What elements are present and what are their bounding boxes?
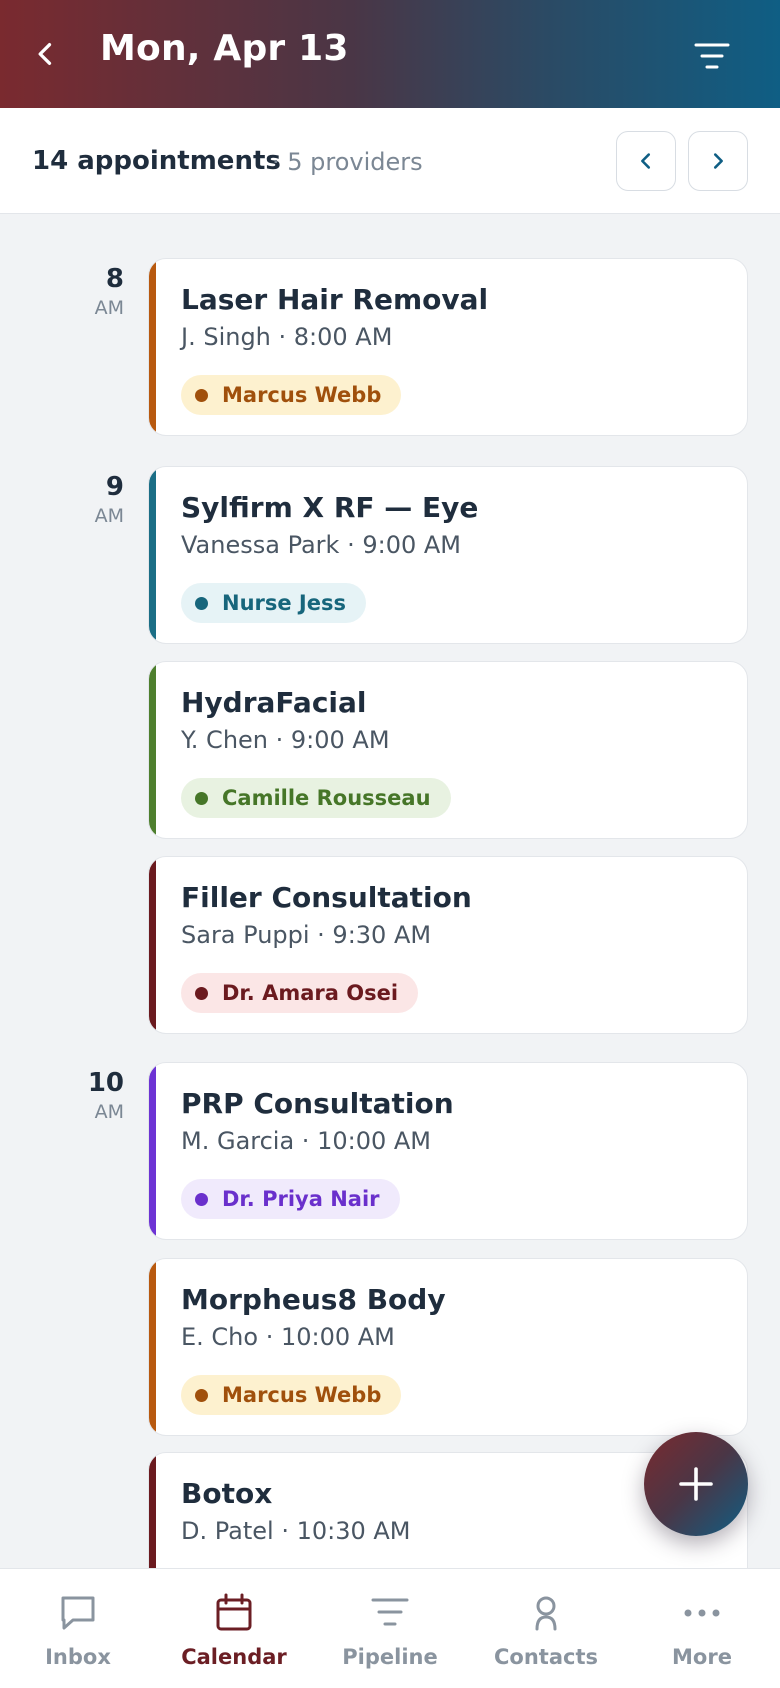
appointment-subtitle: Vanessa Park · 9:00 AM xyxy=(181,531,461,559)
add-appointment-button[interactable] xyxy=(644,1432,748,1536)
filter-button[interactable] xyxy=(682,26,742,86)
previous-day-button[interactable] xyxy=(616,131,676,191)
appointment-title: Morpheus8 Body xyxy=(181,1283,446,1316)
provider-name: Nurse Jess xyxy=(222,591,346,615)
appointment-title: Botox xyxy=(181,1477,273,1510)
provider-chip[interactable]: Nurse Jess xyxy=(181,583,366,623)
appointment-card[interactable]: Morpheus8 Body E. Cho · 10:00 AM Marcus … xyxy=(148,1258,748,1436)
hour-label: 10 AM xyxy=(60,1068,124,1126)
appointment-subtitle: J. Singh · 8:00 AM xyxy=(181,323,393,351)
appointment-title: Sylfirm X RF — Eye xyxy=(181,491,479,524)
provider-name: Camille Rousseau xyxy=(222,786,431,810)
provider-chip[interactable]: Camille Rousseau xyxy=(181,778,451,818)
provider-count: · 5 providers xyxy=(272,148,423,176)
nav-label: Calendar xyxy=(181,1645,287,1669)
provider-dot-icon xyxy=(195,791,208,805)
provider-dot-icon xyxy=(195,1192,208,1206)
contact-icon xyxy=(535,1596,557,1631)
provider-chip[interactable]: Marcus Webb xyxy=(181,375,402,415)
app-root: Mon, Apr 13 14 appointments · 5 provider… xyxy=(0,0,780,1688)
appointment-card[interactable]: Laser Hair Removal J. Singh · 8:00 AM Ma… xyxy=(148,258,748,436)
card-accent-bar xyxy=(149,259,156,435)
calendar-icon xyxy=(216,1593,252,1631)
appointment-title: HydraFacial xyxy=(181,686,367,719)
provider-dot-icon xyxy=(195,986,208,1000)
summary-bar: 14 appointments · 5 providers xyxy=(0,108,780,214)
plus-icon xyxy=(679,1467,713,1501)
appointment-subtitle: E. Cho · 10:00 AM xyxy=(181,1323,395,1351)
card-accent-bar xyxy=(149,1259,156,1435)
appointment-subtitle: M. Garcia · 10:00 AM xyxy=(181,1127,431,1155)
hour-label: 8 AM xyxy=(60,264,124,322)
nav-label: Inbox xyxy=(45,1645,111,1669)
appointment-card[interactable]: Sylfirm X RF — Eye Vanessa Park · 9:00 A… xyxy=(148,466,748,644)
hour-period: AM xyxy=(94,505,124,527)
filter-icon xyxy=(694,43,730,69)
appointment-subtitle: Sara Puppi · 9:30 AM xyxy=(181,921,432,949)
provider-name: Marcus Webb xyxy=(222,383,382,407)
appointment-subtitle: Y. Chen · 9:00 AM xyxy=(181,726,390,754)
back-button[interactable] xyxy=(16,24,76,84)
appointment-title: PRP Consultation xyxy=(181,1087,454,1120)
appointment-card[interactable]: Filler Consultation Sara Puppi · 9:30 AM… xyxy=(148,856,748,1034)
provider-dot-icon xyxy=(195,388,208,402)
hour-number: 10 xyxy=(87,1068,124,1098)
appointment-card[interactable]: PRP Consultation M. Garcia · 10:00 AM Dr… xyxy=(148,1062,748,1240)
nav-item-calendar[interactable]: Calendar xyxy=(156,1569,312,1688)
chat-icon xyxy=(61,1596,95,1630)
appointment-title: Filler Consultation xyxy=(181,881,472,914)
provider-name: Dr. Priya Nair xyxy=(222,1187,380,1211)
provider-name: Dr. Amara Osei xyxy=(222,981,399,1005)
provider-chip[interactable]: Dr. Priya Nair xyxy=(181,1179,400,1219)
chevron-left-icon xyxy=(38,43,52,65)
provider-name: Marcus Webb xyxy=(222,1383,382,1407)
page-title: Mon, Apr 13 xyxy=(100,28,349,69)
card-accent-bar xyxy=(149,1063,156,1239)
next-day-button[interactable] xyxy=(688,131,748,191)
nav-item-contacts[interactable]: Contacts xyxy=(468,1569,624,1688)
provider-dot-icon xyxy=(195,1388,208,1402)
more-icon xyxy=(684,1609,720,1617)
provider-dot-icon xyxy=(195,596,208,610)
bottom-navigation: Inbox Calendar Pipeline Contacts More xyxy=(0,1568,780,1688)
appointment-count: 14 appointments xyxy=(32,146,281,176)
nav-label: More xyxy=(672,1645,732,1669)
provider-chip[interactable]: Dr. Amara Osei xyxy=(181,973,419,1013)
hour-label: 9 AM xyxy=(60,472,124,530)
provider-chip[interactable]: Marcus Webb xyxy=(181,1375,402,1415)
chevron-right-icon xyxy=(713,153,723,169)
hour-period: AM xyxy=(94,1101,124,1123)
card-accent-bar xyxy=(149,1453,156,1568)
appointment-subtitle: D. Patel · 10:30 AM xyxy=(181,1517,411,1545)
card-accent-bar xyxy=(149,662,156,838)
chevron-left-icon xyxy=(641,153,651,169)
app-header: Mon, Apr 13 xyxy=(0,0,780,108)
schedule-list[interactable]: 8 AM 9 AM 10 AM Laser Hair Removal J. Si… xyxy=(0,214,780,1568)
nav-item-pipeline[interactable]: Pipeline xyxy=(312,1569,468,1688)
card-accent-bar xyxy=(149,467,156,643)
card-accent-bar xyxy=(149,857,156,1033)
hour-number: 9 xyxy=(105,472,124,502)
appointment-title: Laser Hair Removal xyxy=(181,283,489,316)
nav-label: Pipeline xyxy=(342,1645,438,1669)
nav-item-inbox[interactable]: Inbox xyxy=(0,1569,156,1688)
appointment-card[interactable]: HydraFacial Y. Chen · 9:00 AM Camille Ro… xyxy=(148,661,748,839)
nav-item-more[interactable]: More xyxy=(624,1569,780,1688)
hour-period: AM xyxy=(94,297,124,319)
nav-label: Contacts xyxy=(494,1645,598,1669)
pipeline-icon xyxy=(371,1598,409,1626)
hour-number: 8 xyxy=(105,264,124,294)
